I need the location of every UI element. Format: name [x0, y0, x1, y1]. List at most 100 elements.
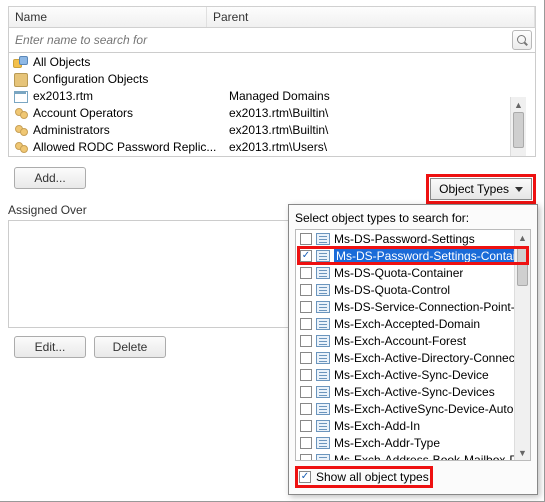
class-icon [316, 403, 330, 415]
cell-name: Administrators [33, 123, 229, 137]
object-type-label: Ms-Exch-Add-In [334, 419, 420, 433]
search-input[interactable] [15, 31, 512, 49]
checkbox[interactable] [300, 403, 312, 415]
object-type-item[interactable]: Ms-Exch-Active-Sync-Devices [296, 383, 530, 400]
object-type-item[interactable]: Ms-Exch-Accepted-Domain [296, 315, 530, 332]
object-types-dropdown: Select object types to search for: Ms-DS… [288, 204, 538, 495]
cell-parent: Managed Domains [229, 89, 535, 103]
search-icon [517, 35, 527, 45]
scrollbar-thumb[interactable] [517, 246, 528, 286]
class-icon [316, 318, 330, 330]
object-type-item[interactable]: Ms-DS-Password-Settings-Container [296, 247, 530, 264]
class-icon [316, 369, 330, 381]
object-type-item[interactable]: Ms-DS-Service-Connection-Point-P... [296, 298, 530, 315]
object-type-label: Ms-Exch-Active-Directory-Connector [334, 351, 529, 365]
table-row[interactable]: Configuration Objects [9, 70, 535, 87]
checkbox[interactable] [300, 369, 312, 381]
cell-name: All Objects [33, 55, 229, 69]
table-row[interactable]: ex2013.rtmManaged Domains [9, 87, 535, 104]
class-icon [316, 301, 330, 313]
cell-parent: ex2013.rtm\Builtin\ [229, 123, 535, 137]
table-row[interactable]: Backup Operatorsex2013.rtm\Builtin\ [9, 155, 535, 157]
table-row[interactable]: All Objects [9, 53, 535, 70]
object-type-label: Ms-Exch-Active-Sync-Devices [334, 385, 495, 399]
object-types-highlight: Object Types [426, 174, 536, 204]
checkbox[interactable] [300, 284, 312, 296]
delete-button[interactable]: Delete [94, 336, 166, 358]
cell-name: Allowed RODC Password Replic... [33, 140, 229, 154]
object-type-item[interactable]: Ms-DS-Quota-Container [296, 264, 530, 281]
checkbox[interactable] [300, 454, 312, 462]
search-button[interactable] [512, 30, 532, 50]
object-type-item[interactable]: Ms-DS-Password-Settings [296, 230, 530, 247]
class-icon [316, 250, 330, 262]
class-icon [316, 335, 330, 347]
object-types-list[interactable]: Ms-DS-Password-SettingsMs-DS-Password-Se… [295, 229, 531, 461]
group-icon [13, 140, 29, 154]
object-type-label: Ms-DS-Quota-Container [334, 266, 463, 280]
cell-name: Configuration Objects [33, 72, 229, 86]
show-all-row[interactable]: Show all object types [295, 466, 433, 488]
objects-icon [13, 55, 29, 69]
checkbox[interactable] [300, 386, 312, 398]
checkbox[interactable] [300, 352, 312, 364]
col-header-parent[interactable]: Parent [207, 7, 535, 27]
object-type-label: Ms-DS-Password-Settings [334, 232, 475, 246]
group-icon [13, 157, 29, 158]
col-header-name[interactable]: Name [9, 7, 207, 27]
class-icon [316, 267, 330, 279]
class-icon [316, 420, 330, 432]
checkbox[interactable] [300, 318, 312, 330]
chevron-down-icon [515, 187, 523, 192]
checkbox[interactable] [300, 335, 312, 347]
group-icon [13, 106, 29, 120]
domain-icon [13, 89, 29, 103]
checkbox[interactable] [300, 420, 312, 432]
checkbox[interactable] [300, 267, 312, 279]
object-types-label: Object Types [439, 182, 509, 196]
object-type-item[interactable]: Ms-Exch-Add-In [296, 417, 530, 434]
scrollbar-thumb[interactable] [513, 112, 524, 148]
scrollbar[interactable]: ▲ ▼ [510, 97, 526, 157]
add-button[interactable]: Add... [14, 167, 86, 189]
class-icon [316, 284, 330, 296]
object-type-item[interactable]: Ms-Exch-Address-Book-Mailbox-Po... [296, 451, 530, 461]
table-row[interactable]: Allowed RODC Password Replic...ex2013.rt… [9, 138, 535, 155]
object-type-label: Ms-Exch-Active-Sync-Device [334, 368, 489, 382]
table-row[interactable]: Administratorsex2013.rtm\Builtin\ [9, 121, 535, 138]
edit-button[interactable]: Edit... [14, 336, 86, 358]
checkbox[interactable] [300, 437, 312, 449]
scroll-down-icon[interactable]: ▼ [515, 445, 530, 460]
cell-name: Backup Operators [33, 157, 229, 158]
checkbox[interactable] [300, 233, 312, 245]
object-type-label: Ms-Exch-Account-Forest [334, 334, 466, 348]
class-icon [316, 233, 330, 245]
search-row [8, 28, 536, 53]
object-list[interactable]: All ObjectsConfiguration Objectsex2013.r… [8, 53, 536, 157]
object-type-label: Ms-Exch-Accepted-Domain [334, 317, 480, 331]
cell-parent: ex2013.rtm\Builtin\ [229, 106, 535, 120]
cell-name: Account Operators [33, 106, 229, 120]
table-row[interactable]: Account Operatorsex2013.rtm\Builtin\ [9, 104, 535, 121]
class-icon [316, 386, 330, 398]
checkbox[interactable] [300, 301, 312, 313]
class-icon [316, 352, 330, 364]
object-type-item[interactable]: Ms-DS-Quota-Control [296, 281, 530, 298]
cell-name: ex2013.rtm [33, 89, 229, 103]
object-type-item[interactable]: Ms-Exch-Account-Forest [296, 332, 530, 349]
object-type-item[interactable]: Ms-Exch-Active-Sync-Device [296, 366, 530, 383]
class-icon [316, 437, 330, 449]
show-all-label: Show all object types [316, 470, 429, 484]
object-type-item[interactable]: Ms-Exch-ActiveSync-Device-Autob... [296, 400, 530, 417]
object-type-item[interactable]: Ms-Exch-Active-Directory-Connector [296, 349, 530, 366]
object-type-item[interactable]: Ms-Exch-Addr-Type [296, 434, 530, 451]
scroll-up-icon[interactable]: ▲ [511, 97, 526, 112]
object-type-label: Ms-DS-Quota-Control [334, 283, 450, 297]
checkbox[interactable] [300, 250, 312, 262]
scrollbar[interactable]: ▲ ▼ [514, 230, 530, 460]
class-icon [316, 454, 330, 462]
scroll-up-icon[interactable]: ▲ [515, 230, 530, 245]
show-all-checkbox[interactable] [299, 471, 311, 483]
object-type-label: Ms-DS-Service-Connection-Point-P... [334, 300, 530, 314]
object-types-button[interactable]: Object Types [430, 178, 532, 200]
